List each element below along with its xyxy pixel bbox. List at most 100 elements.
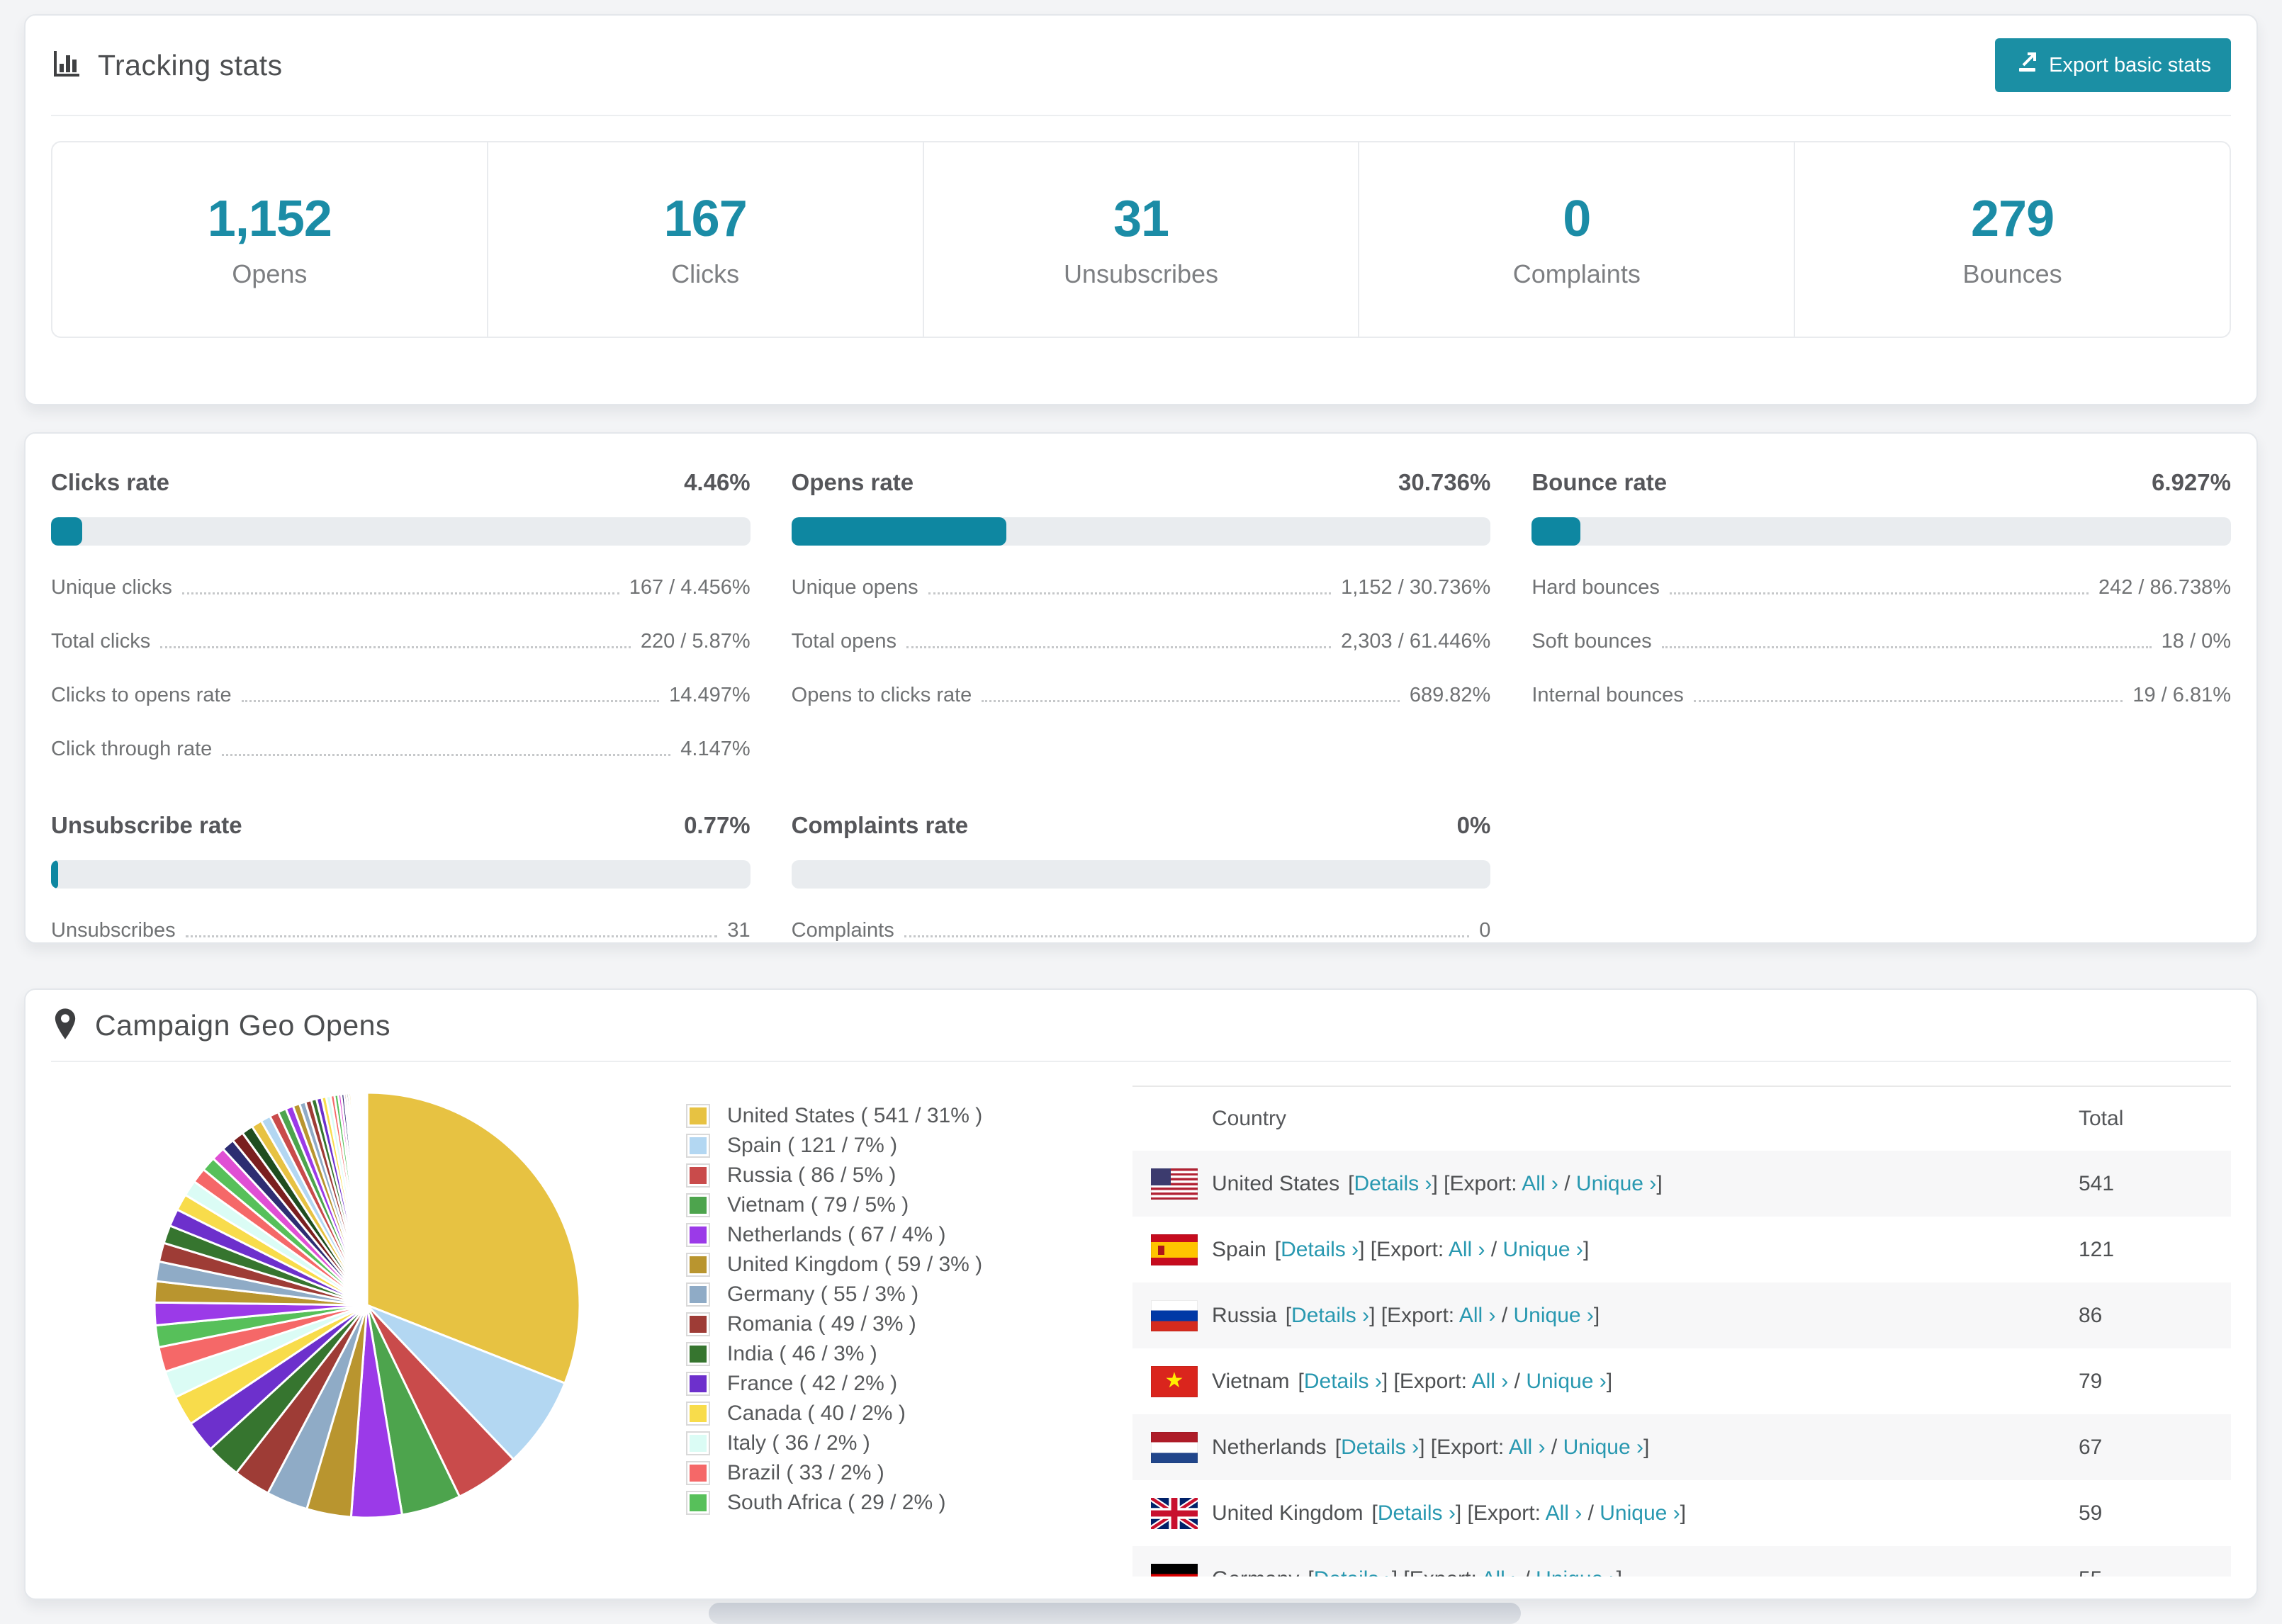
rate-title: Bounce rate <box>1531 469 1668 495</box>
metric-value: 2,303 / 61.446% <box>1341 630 1491 653</box>
details-link[interactable]: Details › <box>1354 1172 1432 1195</box>
legend-label: Romania ( 49 / 3% ) <box>727 1312 916 1336</box>
column-header-total: Total <box>2079 1107 2124 1130</box>
country-links: [Details ›] [Export: All › / Unique ›] <box>1274 1237 1590 1261</box>
legend-item: South Africa ( 29 / 2% ) <box>686 1488 1097 1518</box>
stat-cell: 167 Clicks <box>486 142 923 337</box>
details-link[interactable]: Details › <box>1281 1238 1359 1261</box>
legend-label: Italy ( 36 / 2% ) <box>727 1431 870 1455</box>
flag-icon-de <box>1151 1563 1198 1577</box>
legend-label: Canada ( 40 / 2% ) <box>727 1402 906 1425</box>
details-link[interactable]: Details › <box>1378 1501 1456 1525</box>
export-all-link[interactable]: All › <box>1546 1501 1583 1525</box>
stat-cell: 0 Complaints <box>1358 142 1794 337</box>
rate-value: 0.77% <box>684 812 751 838</box>
legend-item: Romania ( 49 / 3% ) <box>686 1309 1097 1339</box>
metric-row: Total clicks 220 / 5.87% <box>51 621 751 653</box>
export-basic-stats-button[interactable]: Export basic stats <box>1995 38 2231 92</box>
progress-bar <box>791 860 1491 889</box>
bar-chart-icon <box>51 48 82 83</box>
country-total: 55 <box>2079 1567 2231 1577</box>
metric-label: Opens to clicks rate <box>791 684 972 706</box>
metric-value: 14.497% <box>669 684 751 706</box>
country-links: [Details ›] [Export: All › / Unique ›] <box>1371 1501 1687 1525</box>
export-unique-link[interactable]: Unique › <box>1600 1501 1680 1525</box>
export-unique-link[interactable]: Unique › <box>1503 1238 1583 1261</box>
country-links: [Details ›] [Export: All › / Unique ›] <box>1285 1303 1600 1327</box>
legend-swatch <box>686 1461 710 1485</box>
stat-value: 1,152 <box>207 191 332 247</box>
country-cell: Spain [Details ›] [Export: All › / Unique… <box>1132 1234 2079 1265</box>
export-unique-link[interactable]: Unique › <box>1536 1567 1616 1577</box>
legend-swatch <box>686 1104 710 1128</box>
dotted-leader <box>160 646 631 648</box>
country-total: 59 <box>2079 1501 2103 1525</box>
metric-row: Unique clicks 167 / 4.456% <box>51 567 751 599</box>
stat-cell: 1,152 Opens <box>52 142 487 337</box>
metric-label: Unsubscribes <box>51 919 176 942</box>
export-unique-link[interactable]: Unique › <box>1526 1370 1606 1393</box>
export-all-link[interactable]: All › <box>1481 1567 1518 1577</box>
legend-item: France ( 42 / 2% ) <box>686 1369 1097 1399</box>
legend-item: Netherlands ( 67 / 4% ) <box>686 1220 1097 1250</box>
details-link[interactable]: Details › <box>1314 1567 1392 1577</box>
dotted-leader <box>1661 646 2152 648</box>
flag-icon-gb <box>1149 1494 1200 1532</box>
export-unique-link[interactable]: Unique › <box>1576 1172 1656 1195</box>
country-total: 541 <box>2079 1171 2115 1195</box>
metric-value: 18 / 0% <box>2161 630 2231 653</box>
legend-label: Netherlands ( 67 / 4% ) <box>727 1223 946 1246</box>
country-total: 121 <box>2079 1237 2115 1261</box>
legend-label: United Kingdom ( 59 / 3% ) <box>727 1253 983 1276</box>
flag-icon-ru <box>1151 1299 1198 1331</box>
stat-label: Unsubscribes <box>1063 259 1219 288</box>
tracking-stats-header: Tracking stats Export basic stats <box>51 16 2231 116</box>
country-total: 86 <box>2079 1303 2103 1327</box>
stat-value: 279 <box>1971 191 2055 247</box>
details-link[interactable]: Details › <box>1341 1436 1419 1459</box>
panel-title-campaign-geo-opens: Campaign Geo Opens <box>95 1008 390 1042</box>
legend-label: Brazil ( 33 / 2% ) <box>727 1461 884 1484</box>
export-all-link[interactable]: All › <box>1449 1238 1485 1261</box>
country-links: [Details ›] [Export: All › / Unique ›] <box>1348 1171 1663 1195</box>
geo-opens-pie-chart <box>147 1086 601 1577</box>
metric-value: 19 / 6.81% <box>2132 684 2231 706</box>
export-all-link[interactable]: All › <box>1509 1436 1546 1459</box>
tracking-stats-panel: Tracking stats Export basic stats 1,152 O… <box>24 14 2258 405</box>
legend-swatch <box>686 1282 710 1307</box>
details-link[interactable]: Details › <box>1291 1304 1369 1327</box>
rates-grid: Clicks rate 4.46% Unique clicks 167 / 4.456… <box>51 469 2231 942</box>
legend-swatch <box>686 1223 710 1247</box>
country-links: [Details ›] [Export: All › / Unique ›] <box>1298 1369 1613 1393</box>
legend-swatch <box>686 1431 710 1455</box>
flag-icon-vn <box>1151 1365 1198 1397</box>
stat-label: Clicks <box>671 259 740 288</box>
dotted-leader <box>904 935 1470 937</box>
geo-panel-header: Campaign Geo Opens <box>51 990 2231 1062</box>
rate-value: 6.927% <box>2152 469 2231 495</box>
dotted-leader <box>982 700 1400 702</box>
metric-row: Click through rate 4.147% <box>51 728 751 761</box>
metric-label: Unique clicks <box>51 576 172 599</box>
details-link[interactable]: Details › <box>1304 1370 1382 1393</box>
legend-swatch <box>686 1402 710 1426</box>
export-all-link[interactable]: All › <box>1459 1304 1496 1327</box>
export-all-link[interactable]: All › <box>1472 1370 1509 1393</box>
legend-label: Spain ( 121 / 7% ) <box>727 1134 898 1157</box>
table-row: Vietnam [Details ›] [Export: All › / Uniq… <box>1132 1348 2231 1414</box>
rate-title: Opens rate <box>791 469 914 495</box>
table-row: Netherlands [Details ›] [Export: All › / … <box>1132 1414 2231 1480</box>
table-row: United States [Details ›] [Export: All › … <box>1132 1151 2231 1217</box>
export-all-link[interactable]: All › <box>1522 1172 1558 1195</box>
export-unique-link[interactable]: Unique › <box>1514 1304 1594 1327</box>
country-cell: Netherlands [Details ›] [Export: All › / … <box>1132 1431 2079 1463</box>
legend-swatch <box>686 1372 710 1396</box>
country-cell: Germany [Details ›] [Export: All › / Uniq… <box>1132 1563 2079 1577</box>
legend-label: South Africa ( 29 / 2% ) <box>727 1491 946 1514</box>
horizontal-scrollbar[interactable] <box>709 1603 1521 1624</box>
export-unique-link[interactable]: Unique › <box>1563 1436 1643 1459</box>
rate-head: Unsubscribe rate 0.77% <box>51 812 751 839</box>
country-total: 67 <box>2079 1435 2103 1459</box>
legend-item: Italy ( 36 / 2% ) <box>686 1428 1097 1458</box>
metric-row: Soft bounces 18 / 0% <box>1531 621 2231 653</box>
